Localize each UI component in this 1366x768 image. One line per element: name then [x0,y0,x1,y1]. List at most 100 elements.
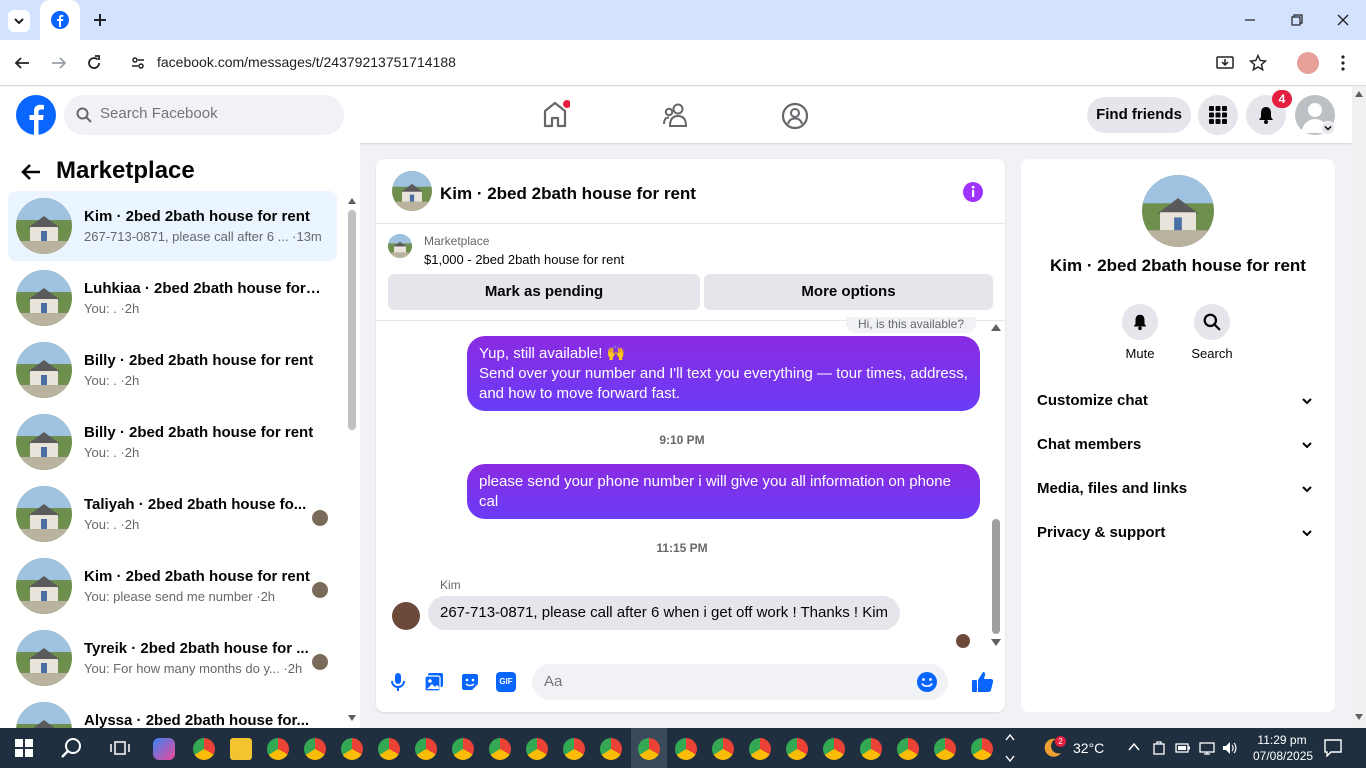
conversation-info-button[interactable] [962,181,984,203]
chrome-app-icon[interactable] [378,738,400,760]
scroll-thumb[interactable] [992,519,1000,634]
mute-button[interactable]: Mute [1110,304,1170,361]
back-button[interactable] [13,54,31,72]
chrome-app-icon[interactable] [489,738,511,760]
chrome-app-icon[interactable] [971,738,993,760]
sticker-button[interactable] [460,672,480,692]
chrome-app-icon[interactable] [267,738,289,760]
tab-search-button[interactable] [8,10,30,32]
chrome-app-icon[interactable] [304,738,326,760]
battery-icon[interactable] [1175,741,1191,755]
chrome-app-icon[interactable] [934,738,956,760]
file-explorer-icon[interactable] [230,738,252,760]
voice-clip-button[interactable] [390,672,406,692]
conversation-item[interactable]: Luhkiaa · 2bed 2bath house for r... You:… [8,263,337,333]
taskbar-scroll[interactable] [1005,732,1015,764]
account-menu-chevron[interactable] [1321,121,1335,135]
media-files-links-section[interactable]: Media, files and links [1037,471,1319,507]
chat-avatar[interactable] [392,171,432,211]
browser-menu-button[interactable] [1336,53,1350,73]
scroll-down-arrow[interactable] [991,639,1001,647]
send-like-button[interactable] [971,670,995,694]
network-icon[interactable] [1199,740,1215,756]
listing-title[interactable]: $1,000 - 2bed 2bath house for rent [424,252,624,267]
message-bubble-outgoing[interactable]: please send your phone number i will giv… [467,464,980,519]
search-box[interactable] [64,95,344,135]
message-bubble-outgoing[interactable]: Yup, still available! 🙌 Send over your n… [467,336,980,411]
taskbar-search-button[interactable] [61,737,83,759]
more-options-button[interactable]: More options [704,274,993,310]
scroll-up-arrow[interactable] [1355,91,1363,97]
site-info-icon[interactable] [130,55,146,71]
privacy-support-section[interactable]: Privacy & support [1037,515,1319,551]
scroll-down-arrow[interactable] [348,715,356,721]
chrome-app-icon[interactable] [563,738,585,760]
chrome-app-icon[interactable] [526,738,548,760]
chrome-app-icon[interactable] [712,738,734,760]
chrome-app-icon[interactable] [341,738,363,760]
profile-avatar[interactable] [1297,52,1319,74]
bookmark-button[interactable] [1249,54,1267,72]
customize-chat-section[interactable]: Customize chat [1037,383,1319,419]
menu-button[interactable] [1198,95,1238,135]
back-to-marketplace-button[interactable] [20,161,42,183]
conversation-item[interactable]: Alyssa · 2bed 2bath house for... [8,695,337,728]
chrome-app-icon[interactable] [600,738,622,760]
chrome-app-icon[interactable] [823,738,845,760]
chat-scrollbar[interactable] [990,323,1002,648]
browser-tab-facebook[interactable] [40,0,80,40]
conversation-item[interactable]: Kim · 2bed 2bath house for rent 267-713-… [8,191,337,261]
chat-members-section[interactable]: Chat members [1037,427,1319,463]
home-nav-button[interactable] [542,99,570,129]
mark-pending-button[interactable]: Mark as pending [388,274,700,310]
find-friends-button[interactable]: Find friends [1087,97,1191,133]
clock[interactable]: 11:29 pm 07/08/2025 [1253,732,1313,764]
chrome-app-icon[interactable] [786,738,808,760]
scroll-down-arrow[interactable] [1355,714,1363,720]
conversation-item[interactable]: Billy · 2bed 2bath house for rent You: .… [8,335,337,405]
reload-button[interactable] [85,54,103,72]
chrome-app-icon[interactable] [452,738,474,760]
attach-media-button[interactable] [424,672,444,692]
sidebar-scrollbar[interactable] [347,198,357,723]
close-window-button[interactable] [1335,12,1351,28]
page-scrollbar[interactable] [1352,87,1366,728]
forward-button[interactable] [50,54,68,72]
chrome-app-icon[interactable] [675,738,697,760]
conversation-item[interactable]: Tyreik · 2bed 2bath house for ... You: F… [8,623,337,693]
scroll-thumb[interactable] [348,210,356,430]
message-input[interactable] [544,673,904,690]
groups-nav-button[interactable] [781,102,809,130]
address-bar[interactable]: facebook.com/messages/t/2437921375171418… [118,46,1278,80]
chrome-app-icon[interactable] [749,738,771,760]
friends-nav-button[interactable] [662,102,690,128]
conversation-item[interactable]: Kim · 2bed 2bath house for rent You: ple… [8,551,337,621]
notification-center-button[interactable] [1324,739,1342,757]
message-bubble-incoming[interactable]: 267-713-0871, please call after 6 when i… [428,596,901,630]
conversation-item[interactable]: Billy · 2bed 2bath house for rent You: .… [8,407,337,477]
message-composer[interactable] [532,664,948,700]
chrome-app-icon[interactable] [897,738,919,760]
volume-icon[interactable] [1222,740,1238,756]
chrome-app-icon[interactable] [415,738,437,760]
restore-button[interactable] [1289,12,1305,28]
new-tab-button[interactable] [90,10,110,30]
show-hidden-icons[interactable] [1128,742,1140,752]
gif-button[interactable]: GIF [496,672,516,692]
conversation-item[interactable]: Taliyah · 2bed 2bath house fo... You: . … [8,479,337,549]
minimize-button[interactable] [1242,12,1258,28]
chrome-app-icon[interactable] [860,738,882,760]
search-input[interactable] [100,105,330,122]
copilot-icon[interactable] [153,738,175,760]
task-view-button[interactable] [110,739,130,757]
scroll-up-arrow[interactable] [991,323,1001,331]
sender-avatar[interactable] [392,602,420,630]
emoji-button[interactable] [916,671,938,693]
facebook-logo[interactable] [16,95,56,135]
listing-thumbnail[interactable] [388,234,412,258]
system-tray-icon[interactable] [1152,740,1166,756]
chrome-app-icon[interactable] [193,738,215,760]
chrome-app-icon[interactable] [638,738,660,760]
profile-picture[interactable] [1142,175,1214,247]
search-in-conversation-button[interactable]: Search [1182,304,1242,361]
